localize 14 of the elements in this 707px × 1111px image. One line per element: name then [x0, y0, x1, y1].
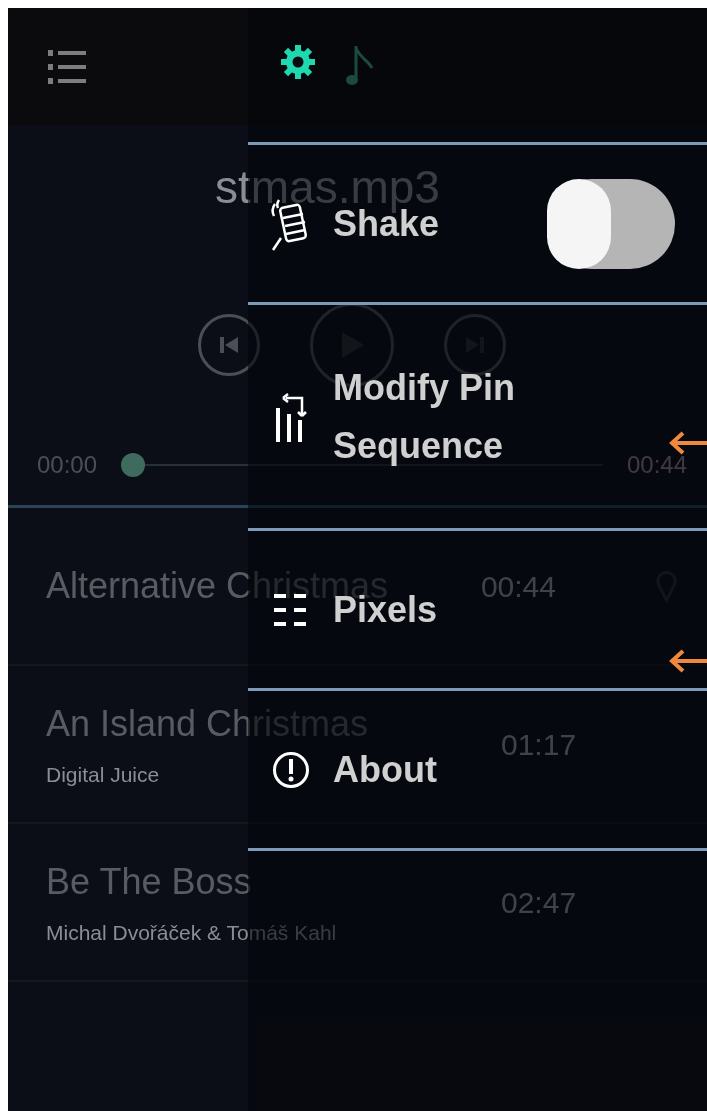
track-artist: Digital Juice	[46, 762, 160, 789]
track-duration: 01:17	[501, 726, 577, 763]
arrow-icon	[669, 648, 707, 674]
info-icon	[271, 750, 310, 789]
menu-item-label[interactable]: Modify Pin Sequence	[333, 358, 563, 475]
track-duration: 00:44	[480, 568, 556, 605]
elapsed-time: 00:00	[37, 450, 98, 480]
settings-icon[interactable]	[280, 44, 316, 80]
shake-toggle[interactable]	[547, 178, 675, 269]
track-duration: 02:47	[501, 884, 577, 921]
total-time: 00:44	[626, 450, 687, 480]
arrow-icon	[669, 430, 707, 456]
skip-back-icon	[219, 335, 239, 355]
progress-thumb[interactable]	[121, 453, 146, 477]
